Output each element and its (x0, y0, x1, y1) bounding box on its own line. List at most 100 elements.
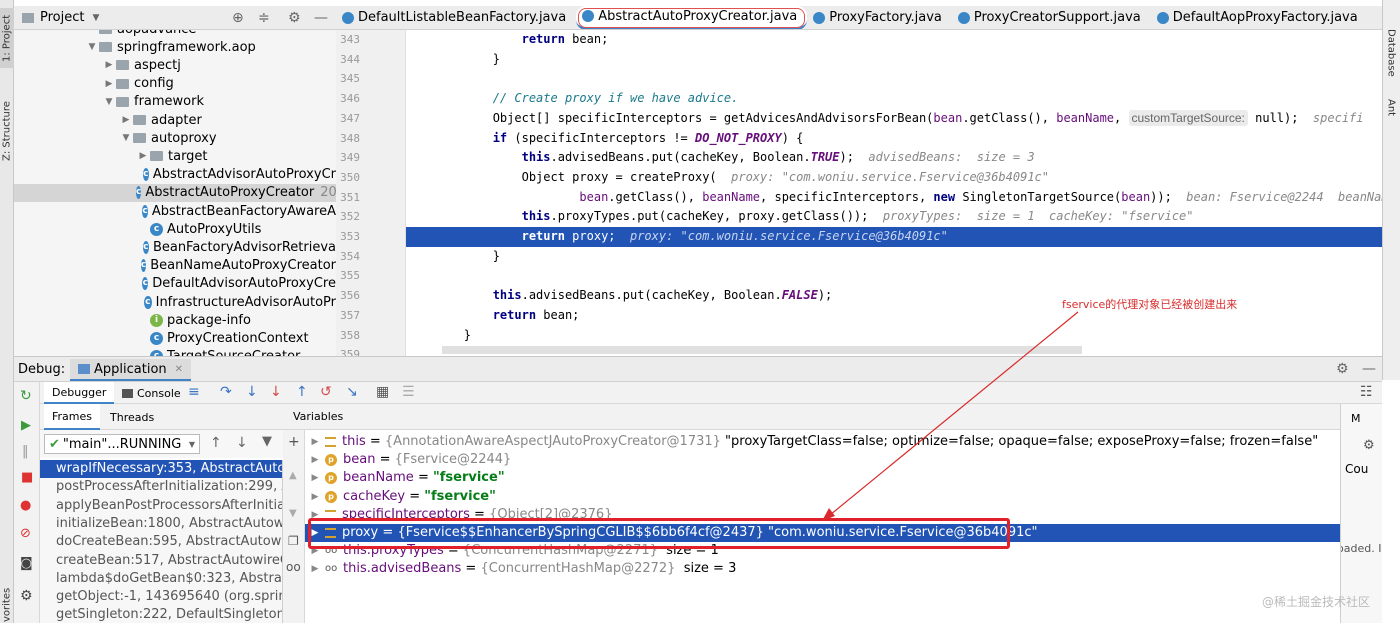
editor-tab[interactable]: AbstractAutoProxyCreator.java (576, 6, 808, 29)
tree-item[interactable]: c BeanFactoryAdvisorRetrieva (14, 238, 336, 256)
show-execution-point-icon[interactable]: ≡ (188, 384, 200, 400)
database-tool-tab[interactable]: Database (1382, 28, 1400, 78)
filter-icon[interactable]: ▼ (262, 434, 272, 449)
tab-frames[interactable]: Frames (44, 404, 101, 430)
chevron-right-icon[interactable]: ▶ (119, 115, 133, 125)
chevron-down-icon[interactable]: ▼ (85, 42, 99, 52)
chevron-right-icon[interactable]: ▶ (305, 560, 325, 578)
chevron-right-icon[interactable]: ▶ (102, 60, 116, 70)
structure-tool-tab[interactable]: Z: Structure (0, 96, 14, 166)
editor-tab[interactable]: DefaultAopProxyFactory.java (1151, 6, 1368, 29)
pause-icon[interactable]: ‖ (22, 444, 29, 459)
settings-icon[interactable]: ⚙ (20, 588, 33, 604)
tree-item[interactable]: ▼ framework (14, 93, 336, 111)
thread-select[interactable]: ✔ "main"...RUNNING ▼ (44, 434, 200, 454)
stack-frame[interactable]: lambda$doGetBean$0:323, AbstractB (40, 570, 282, 588)
tree-item[interactable]: i package-info (14, 311, 336, 329)
move-down-icon[interactable]: ▼ (289, 508, 297, 519)
memory-tab[interactable]: M (1351, 412, 1361, 425)
tree-item[interactable]: c BeanNameAutoProxyCreator (14, 257, 336, 275)
locate-icon[interactable]: ⊕ (232, 10, 244, 26)
arrow-up-icon[interactable]: ↑ (210, 435, 222, 451)
chevron-right-icon[interactable]: ▶ (305, 524, 325, 542)
variable-row[interactable]: ▶ p cacheKey = "fservice" (305, 488, 1340, 506)
variable-row[interactable]: ▶ specificInterceptors = {Object[2]@2376} (305, 506, 1340, 524)
drop-frame-icon[interactable]: ↺ (320, 384, 332, 400)
stack-frame[interactable]: postProcessAfterInitialization:299, Ab (40, 478, 282, 496)
tab-threads[interactable]: Threads (102, 404, 162, 430)
tree-item[interactable]: c AbstractBeanFactoryAwareA (14, 202, 336, 220)
tree-item[interactable]: ▼ springframework.aop (14, 38, 336, 56)
copy-icon[interactable]: ❐ (288, 534, 299, 548)
tab-debugger[interactable]: Debugger (44, 382, 115, 404)
variable-row[interactable]: ▶ oo this.proxyTypes = {ConcurrentHashMap@… (305, 542, 1340, 560)
debug-config-tab[interactable]: Application ✕ (70, 359, 192, 381)
stop-icon[interactable]: ■ (21, 470, 33, 485)
editor-tab[interactable]: ProxyFactory.java (807, 6, 952, 29)
variable-row[interactable]: ▶ p bean = {Fservice@2244} (305, 451, 1340, 469)
chevron-right-icon[interactable]: ▶ (305, 488, 325, 506)
run-to-cursor-icon[interactable]: ↘ (346, 384, 358, 400)
gear-icon[interactable]: ⚙ (1336, 361, 1349, 377)
stack-frame[interactable]: doCreateBean:595, AbstractAutowireC (40, 533, 282, 551)
ant-tool-tab[interactable]: Ant (1382, 94, 1400, 122)
glasses-icon[interactable]: oo (286, 560, 301, 574)
tree-item[interactable]: ▶ adapter (14, 111, 336, 129)
hide-icon[interactable]: — (1362, 361, 1376, 377)
stack-frame[interactable]: getObject:-1, 143695640 (org.springf (40, 588, 282, 606)
stack-frame[interactable]: applyBeanPostProcessorsAfterInitializ (40, 497, 282, 515)
tree-item[interactable]: ▶ target (14, 147, 336, 165)
project-tool-tab[interactable]: 1: Project (0, 8, 14, 68)
resume-icon[interactable]: ▶ (21, 418, 31, 433)
chevron-right-icon[interactable]: ▶ (305, 433, 325, 451)
variable-row[interactable]: ▶ this = {AnnotationAwareAspectJAutoProxy… (305, 433, 1340, 451)
tree-item[interactable]: c AbstractAutoProxyCreator 20 (14, 183, 336, 202)
force-step-into-icon[interactable]: ↓ (270, 384, 282, 400)
tree-item[interactable]: c AutoProxyUtils (14, 220, 336, 238)
evaluate-expression-icon[interactable]: ▦ (376, 384, 389, 400)
project-title[interactable]: Project (40, 10, 84, 25)
close-icon[interactable]: ✕ (175, 364, 183, 375)
trace-icon[interactable]: ☰ (402, 384, 415, 400)
mute-breakpoints-icon[interactable]: ⊘ (20, 526, 31, 541)
chevron-down-icon[interactable]: ▼ (119, 133, 133, 143)
chevron-right-icon[interactable]: ▶ (305, 506, 325, 524)
camera-icon[interactable]: ◙ (20, 556, 33, 571)
tree-item[interactable]: c DefaultAdvisorAutoProxyCre (14, 275, 336, 293)
stack-frame[interactable]: initializeBean:1800, AbstractAutowire (40, 515, 282, 533)
chevron-right-icon[interactable]: ▶ (305, 469, 325, 487)
gear-icon[interactable]: ⚙ (288, 10, 301, 26)
chevron-right-icon[interactable]: ▶ (305, 542, 325, 560)
collapse-all-icon[interactable]: ≑ (258, 10, 270, 26)
layout-icon[interactable]: ☷ (1360, 384, 1373, 400)
move-up-icon[interactable]: ▲ (289, 470, 297, 481)
variable-row[interactable]: ▶ p beanName = "fservice" (305, 469, 1340, 487)
tab-console[interactable]: Console (114, 382, 189, 404)
tree-item[interactable]: c AbstractAdvisorAutoProxyCr (14, 166, 336, 184)
chevron-right-icon[interactable]: ▶ (305, 451, 325, 469)
favorites-tool-tab[interactable]: vorites (0, 588, 14, 622)
tree-item[interactable]: c InfrastructureAdvisorAutoPr (14, 293, 336, 311)
variable-row[interactable]: ▶ oo this.advisedBeans = {ConcurrentHashMa… (305, 560, 1340, 578)
tree-item[interactable]: ▶ aspectj (14, 56, 336, 74)
stack-frame[interactable]: wrapIfNecessary:353, AbstractAutoPr (40, 460, 282, 479)
editor-tab[interactable]: DefaultListableBeanFactory.java (336, 6, 576, 29)
horizontal-scrollbar[interactable] (442, 346, 1082, 354)
tree-item[interactable]: aopadvance (14, 30, 336, 38)
chevron-right-icon[interactable]: ▶ (136, 151, 150, 161)
step-over-icon[interactable]: ↷ (220, 384, 232, 400)
rerun-icon[interactable]: ↻ (20, 388, 32, 404)
tree-item[interactable]: cTargetSourceCreator (14, 348, 336, 356)
stack-frame[interactable]: getSingleton:222, DefaultSingletonBe (40, 606, 282, 623)
tree-item[interactable]: ▼ autoproxy (14, 129, 336, 147)
chevron-down-icon[interactable]: ▼ (92, 13, 99, 23)
hide-icon[interactable]: — (314, 10, 328, 26)
stack-frame[interactable]: createBean:517, AbstractAutowireCap (40, 552, 282, 570)
editor-tab[interactable]: ProxyCreatorSupport.java (952, 6, 1151, 29)
tree-item[interactable]: ▶ config (14, 75, 336, 93)
gear-icon[interactable]: ⚙ (1363, 438, 1375, 453)
add-watch-icon[interactable]: + (288, 434, 300, 450)
tree-item[interactable]: c ProxyCreationContext (14, 329, 336, 347)
step-out-icon[interactable]: ↑ (296, 384, 308, 400)
chevron-down-icon[interactable]: ▼ (102, 97, 116, 107)
